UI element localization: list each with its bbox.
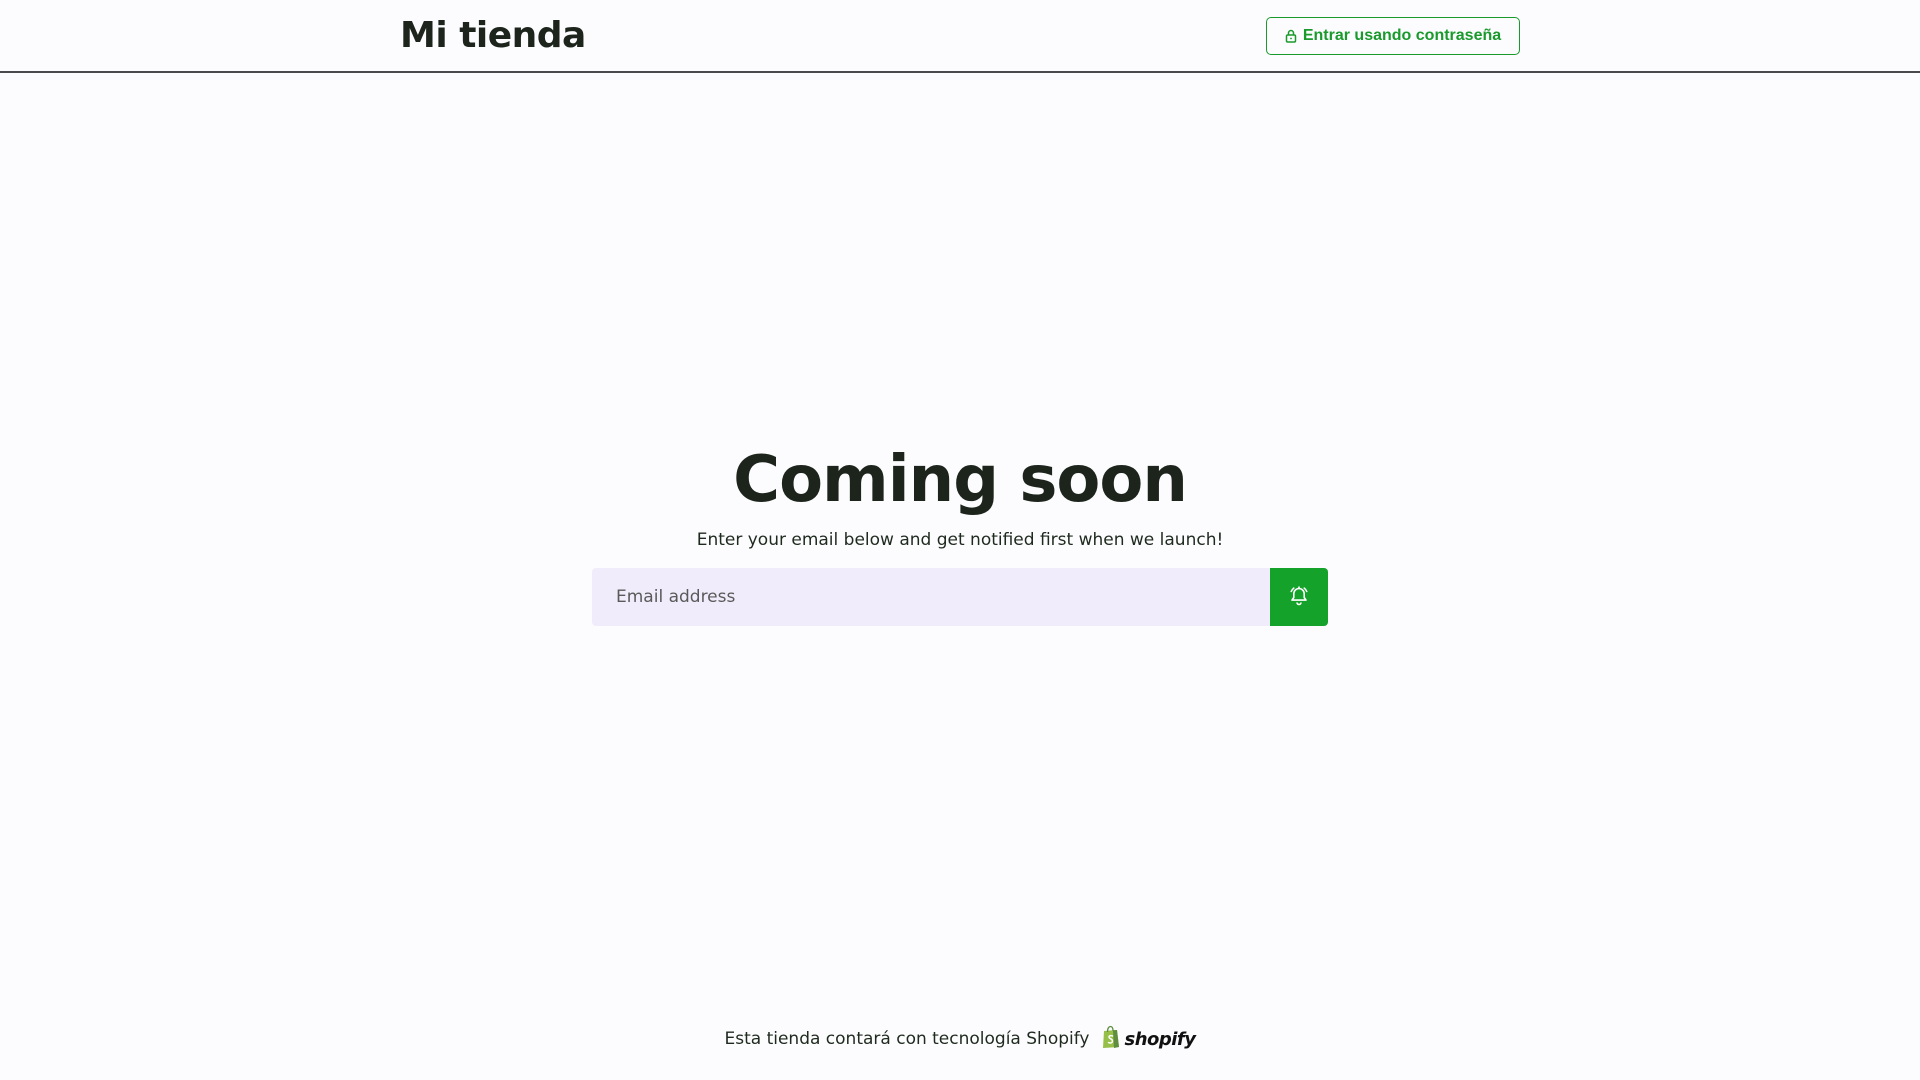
store-title[interactable]: Mi tienda: [400, 14, 586, 58]
email-input[interactable]: [592, 568, 1270, 626]
page-subtitle: Enter your email below and get notified …: [696, 530, 1224, 550]
shopify-logo-link[interactable]: shopify: [1101, 1025, 1196, 1053]
bell-icon: [1288, 585, 1310, 610]
enter-password-label: Entrar usando contraseña: [1302, 27, 1502, 44]
email-signup-form: [592, 568, 1328, 626]
site-header: Mi tienda Entrar usando contraseña: [0, 0, 1920, 73]
page-title: Coming soon: [733, 443, 1188, 517]
powered-by-text: Esta tienda contará con tecnología Shopi…: [724, 1029, 1090, 1049]
lock-icon: [1285, 29, 1297, 43]
notify-submit-button[interactable]: [1270, 568, 1328, 626]
shopify-bag-icon: [1101, 1025, 1121, 1053]
shopify-wordmark: shopify: [1124, 1028, 1196, 1050]
enter-password-button[interactable]: Entrar usando contraseña: [1266, 17, 1520, 55]
site-footer: Esta tienda contará con tecnología Shopi…: [0, 1024, 1920, 1054]
